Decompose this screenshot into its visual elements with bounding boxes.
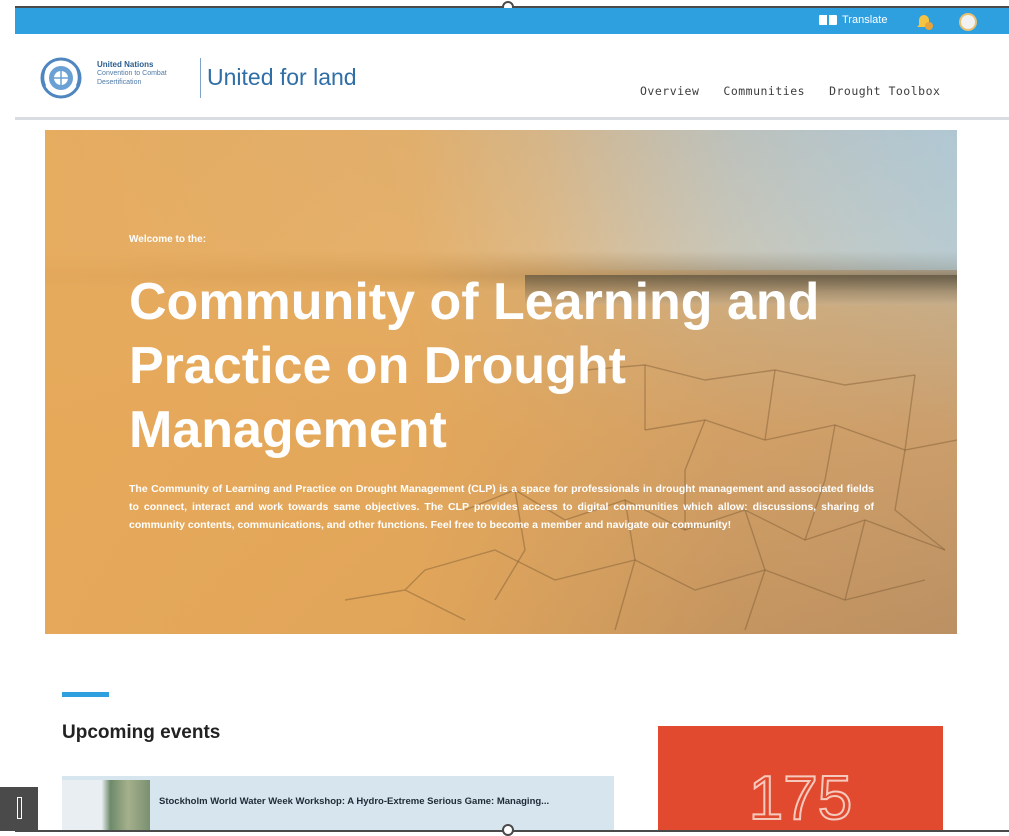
section-accent-bar [62, 692, 109, 697]
translate-label: Translate [842, 14, 888, 26]
event-card[interactable]: Stockholm World Water Week Workshop: A H… [62, 776, 614, 832]
translate-button[interactable]: Translate [819, 14, 887, 26]
event-thumbnail [62, 780, 150, 832]
stat-number: 175 [748, 763, 853, 834]
logo-divider [200, 58, 201, 98]
brand-title[interactable]: United for land [207, 64, 357, 91]
org-name-line1: United Nations [97, 60, 154, 69]
upcoming-events-title: Upcoming events [62, 722, 221, 743]
main-nav: Overview Communities Drought Toolbox [640, 84, 940, 98]
hero-banner: Welcome to the: Community of Learning an… [45, 130, 957, 634]
translate-icon [819, 15, 837, 25]
hero-description: The Community of Learning and Practice o… [129, 483, 874, 531]
side-panel-toggle[interactable] [0, 787, 38, 831]
top-bar: Translate [15, 8, 1009, 34]
notification-icon[interactable] [915, 13, 935, 31]
org-name-line3: Desertification [97, 79, 142, 86]
hero-welcome: Welcome to the: [129, 234, 207, 245]
hero-title: Community of Learning and Practice on Dr… [129, 273, 820, 459]
header-divider [15, 117, 1009, 120]
nav-communities[interactable]: Communities [723, 84, 805, 98]
site-header: United Nations Convention to Combat Dese… [15, 34, 1009, 118]
nav-drought-toolbox[interactable]: Drought Toolbox [829, 84, 940, 98]
avatar[interactable] [959, 13, 977, 31]
panel-toggle-icon [17, 797, 22, 819]
event-title[interactable]: Stockholm World Water Week Workshop: A H… [159, 794, 579, 810]
org-name: United Nations Convention to Combat Dese… [97, 60, 209, 87]
nav-overview[interactable]: Overview [640, 84, 699, 98]
org-name-line2: Convention to Combat [97, 70, 167, 77]
un-emblem-icon[interactable] [37, 56, 85, 100]
resize-handle-bottom[interactable] [502, 824, 514, 836]
stat-card: 175 [658, 726, 943, 834]
